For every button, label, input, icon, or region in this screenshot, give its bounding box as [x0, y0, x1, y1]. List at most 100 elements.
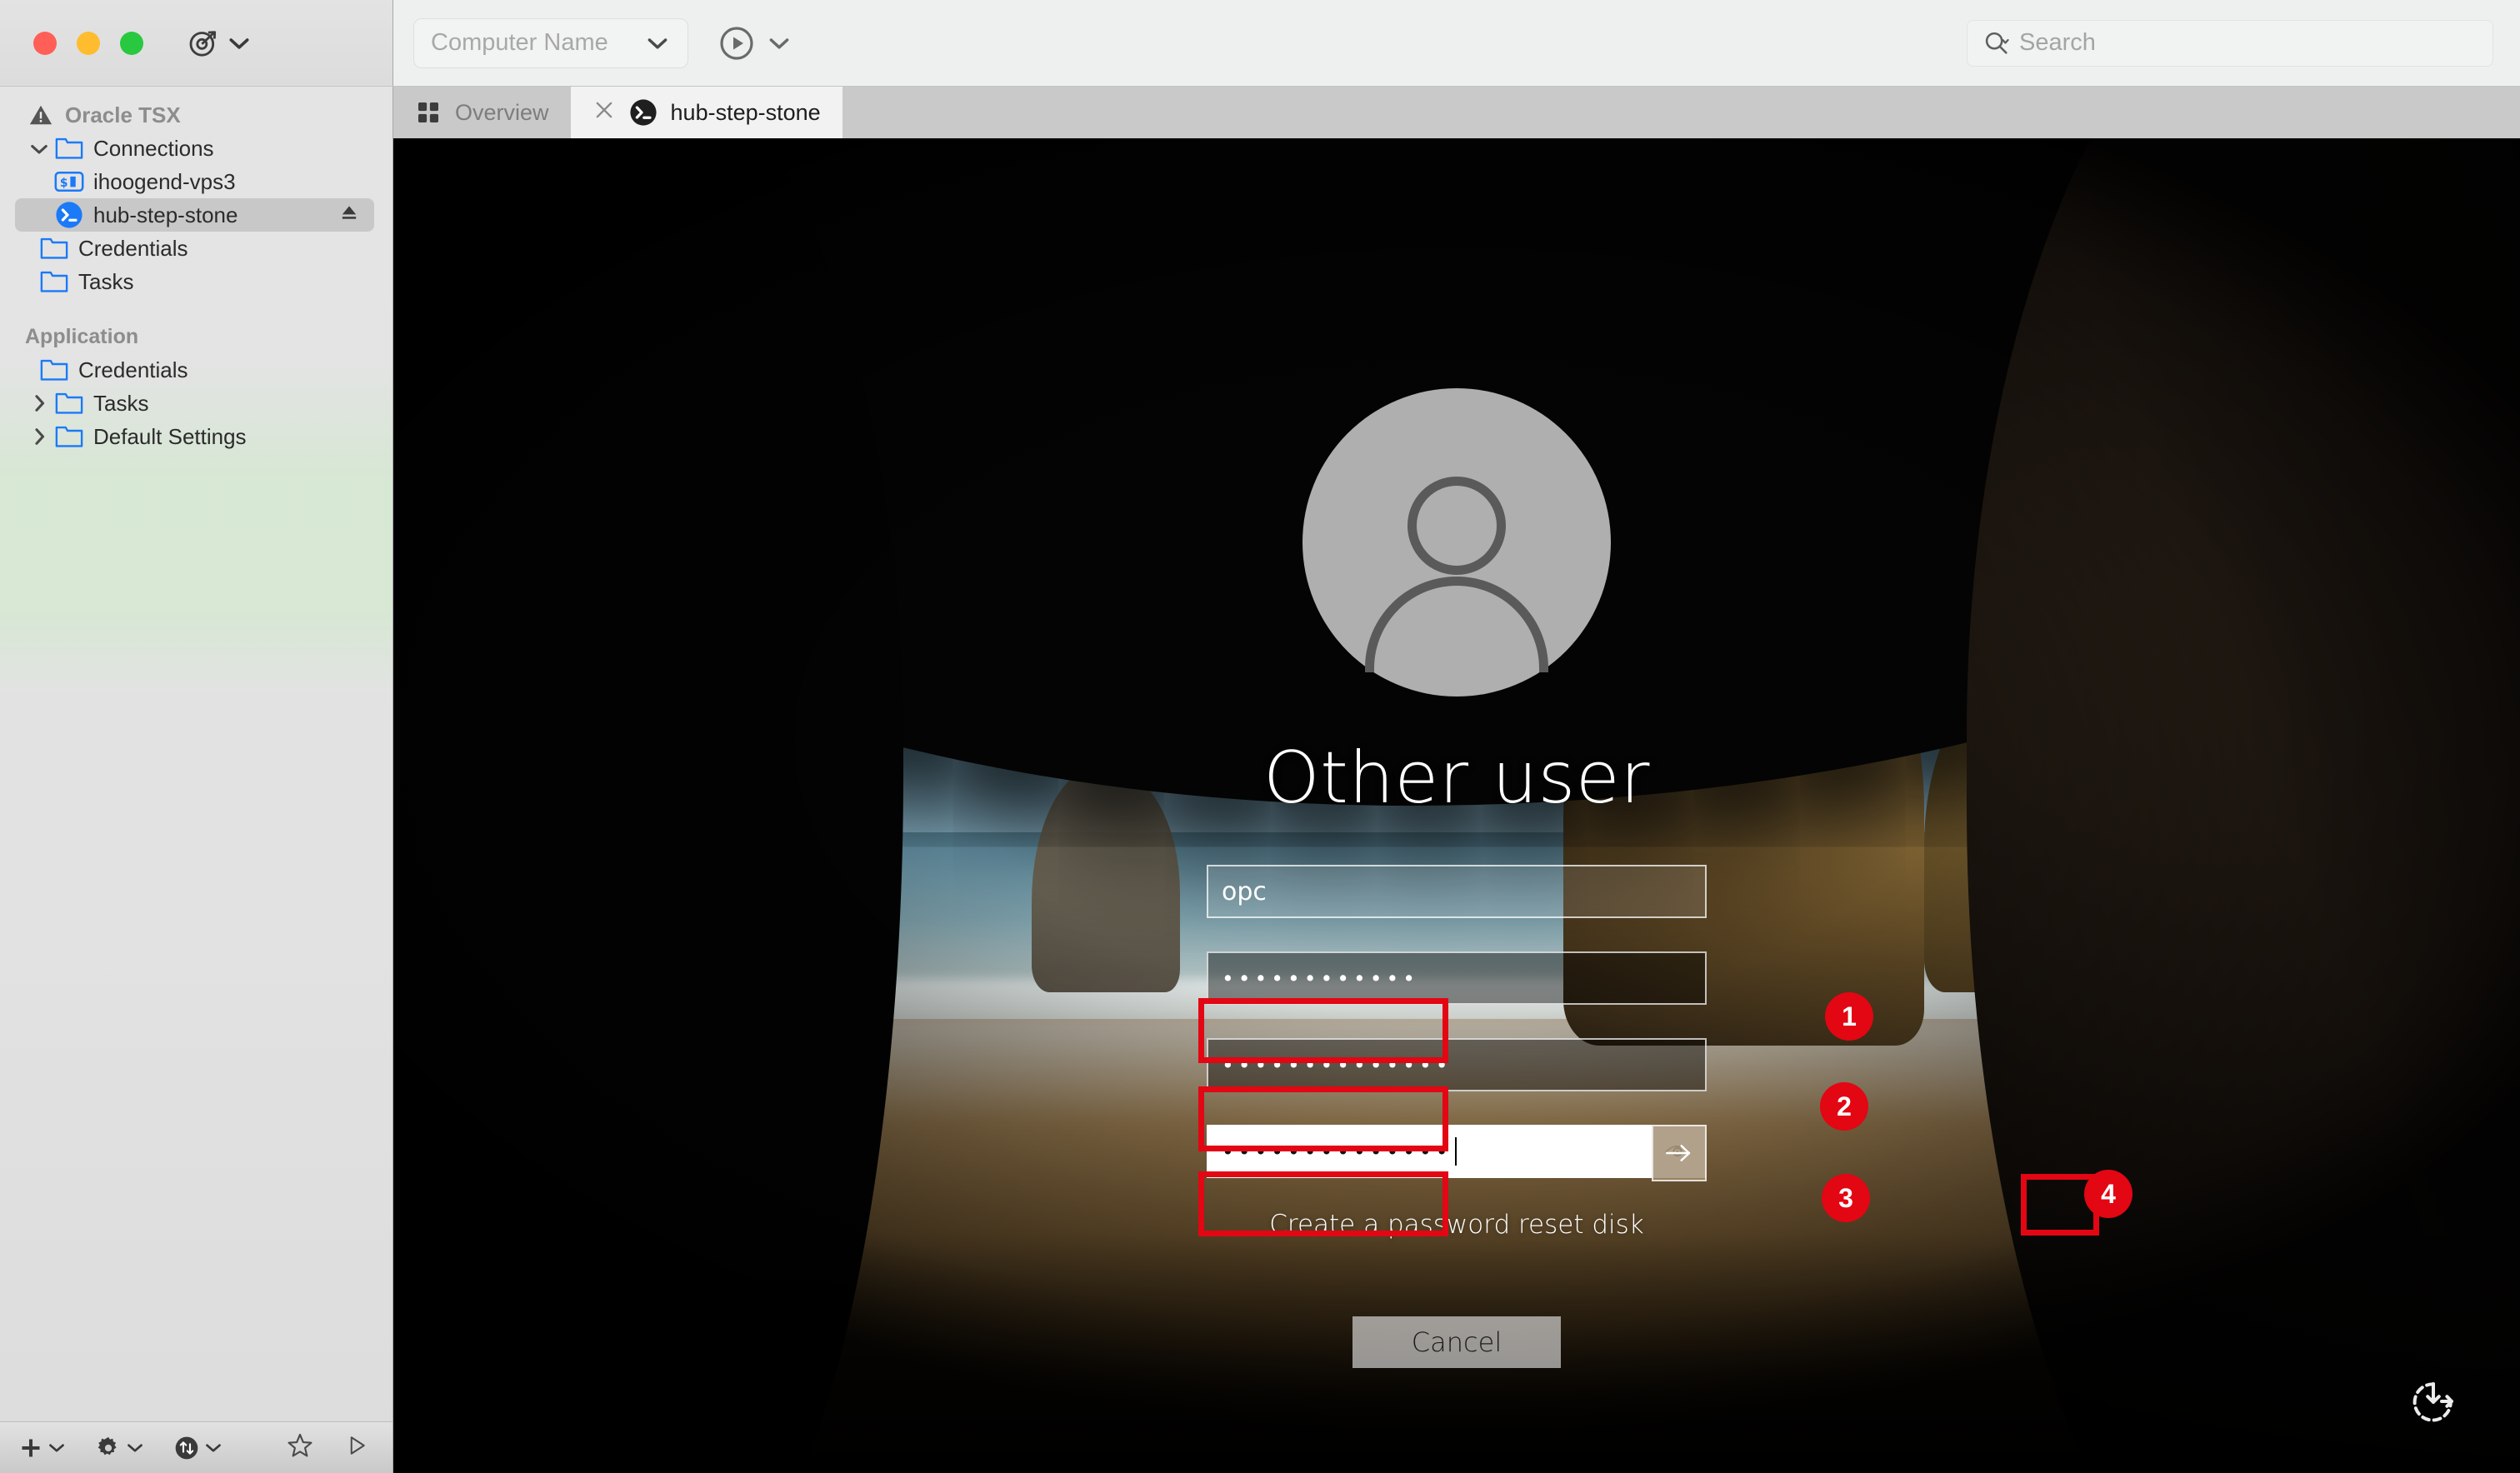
- folder-icon: [53, 392, 85, 415]
- chevron-down-icon[interactable]: [25, 142, 53, 155]
- username-value: opc: [1222, 877, 1267, 906]
- password-2-value: ••••••••••••••: [1222, 1055, 1452, 1076]
- eject-icon[interactable]: [338, 201, 361, 230]
- favorite-button[interactable]: [286, 1431, 314, 1464]
- sidebar-item-root[interactable]: Oracle TSX: [0, 98, 392, 132]
- refresh-control[interactable]: [187, 27, 250, 60]
- password-1-value: ••••••••••••: [1222, 968, 1419, 989]
- warning-triangle-icon: [25, 102, 57, 127]
- title-bar-left: [0, 0, 393, 86]
- sync-button[interactable]: [173, 1435, 222, 1461]
- password-input-3[interactable]: ••••••••••••••: [1207, 1125, 1707, 1178]
- login-fields: opc •••••••••••• •••••••••••••• ••••••: [1207, 865, 1707, 1191]
- play-triangle-icon: [344, 1433, 369, 1458]
- add-button[interactable]: [18, 1436, 65, 1461]
- search-icon[interactable]: [1982, 29, 2011, 57]
- tab-overview[interactable]: Overview: [393, 87, 571, 138]
- chevron-down-icon: [205, 1442, 222, 1453]
- windows-login-panel: Other user opc •••••••••••• •••••••••••: [1140, 388, 1773, 1368]
- sidebar-section-label: Application: [25, 325, 138, 349]
- close-icon[interactable]: [592, 98, 616, 127]
- computer-name-chevron-down-icon[interactable]: [639, 25, 676, 62]
- login-title: Other user: [1263, 736, 1650, 820]
- sidebar-item-label: Tasks: [93, 391, 148, 417]
- sidebar-item-ihoogend-vps3[interactable]: $ ihoogend-vps3: [0, 165, 392, 198]
- sync-updown-icon: [173, 1435, 200, 1461]
- connect-control[interactable]: [717, 23, 790, 63]
- computer-name-input[interactable]: Computer Name: [431, 29, 608, 57]
- title-bar-right: Computer Name: [393, 0, 2520, 86]
- sidebar-tree: Oracle TSX Connections: [0, 87, 392, 1421]
- text-caret: [1455, 1137, 1457, 1166]
- username-input[interactable]: opc: [1207, 865, 1707, 918]
- search-box[interactable]: Search: [1967, 20, 2493, 67]
- svg-text:$: $: [60, 177, 68, 190]
- sidebar-section-application: Application: [0, 320, 392, 353]
- title-bar: Computer Name: [0, 0, 2520, 87]
- tab-label: Overview: [455, 100, 549, 126]
- star-icon: [286, 1431, 314, 1460]
- submit-arrow-button[interactable]: [1652, 1125, 1707, 1181]
- traffic-lights: [33, 32, 143, 55]
- app-window: Computer Name: [0, 0, 2520, 1473]
- sidebar-item-hub-step-stone[interactable]: hub-step-stone: [15, 198, 374, 232]
- gear-icon: [95, 1435, 122, 1461]
- grid-squares-icon: [415, 99, 442, 126]
- sidebar-item-label: Credentials: [78, 236, 188, 262]
- plus-icon: [18, 1436, 43, 1461]
- close-window-button[interactable]: [33, 32, 57, 55]
- chevron-down-icon: [127, 1442, 143, 1453]
- tab-label: hub-step-stone: [671, 100, 821, 126]
- password-reset-disk-link[interactable]: Create a password reset disk: [1269, 1210, 1644, 1240]
- computer-name-combo[interactable]: Computer Name: [413, 18, 688, 68]
- sidebar-item-label: Default Settings: [93, 424, 247, 450]
- user-avatar-icon: [1302, 388, 1611, 697]
- annotation-badge-4: 4: [2084, 1170, 2132, 1218]
- sidebar-item-label: ihoogend-vps3: [93, 169, 236, 195]
- sidebar-item-credentials[interactable]: Credentials: [0, 232, 392, 265]
- settings-button[interactable]: [95, 1435, 143, 1461]
- annotation-badge-1: 1: [1825, 992, 1873, 1041]
- sidebar-item-app-credentials[interactable]: Credentials: [0, 353, 392, 387]
- password-input-2[interactable]: ••••••••••••••: [1207, 1038, 1707, 1091]
- terminal-dollar-icon: $: [53, 170, 85, 193]
- play-circle-icon[interactable]: [717, 23, 757, 63]
- sidebar-footer-toolbar: [0, 1421, 392, 1473]
- sidebar-item-label: Tasks: [78, 269, 133, 295]
- sidebar-item-label: hub-step-stone: [93, 202, 238, 228]
- tab-hub-step-stone[interactable]: hub-step-stone: [571, 87, 842, 138]
- power-shutdown-icon[interactable]: [2410, 1379, 2457, 1430]
- remote-desktop-stage[interactable]: Other user opc •••••••••••• •••••••••••: [393, 138, 2520, 1473]
- remote-desktop-icon: [53, 201, 85, 229]
- chevron-down-icon: [228, 36, 250, 51]
- chevron-right-icon[interactable]: [25, 393, 53, 413]
- minimize-window-button[interactable]: [77, 32, 100, 55]
- sidebar: Oracle TSX Connections: [0, 87, 393, 1473]
- play-chevron-down-icon[interactable]: [768, 37, 790, 50]
- body: Oracle TSX Connections: [0, 87, 2520, 1473]
- sidebar-item-connections[interactable]: Connections: [0, 132, 392, 165]
- folder-icon: [38, 358, 70, 382]
- remote-desktop-icon: [629, 98, 658, 127]
- maximize-window-button[interactable]: [120, 32, 143, 55]
- sidebar-root-label: Oracle TSX: [65, 102, 181, 128]
- main-area: Overview hub-step-stone: [393, 87, 2520, 1473]
- folder-icon: [38, 237, 70, 260]
- sidebar-item-label: Credentials: [78, 357, 188, 383]
- annotation-badge-2: 2: [1820, 1082, 1868, 1131]
- refresh-target-icon: [187, 27, 220, 60]
- sidebar-item-tasks[interactable]: Tasks: [0, 265, 392, 298]
- cancel-button[interactable]: Cancel: [1352, 1316, 1561, 1368]
- tab-bar: Overview hub-step-stone: [393, 87, 2520, 138]
- arrow-right-icon: [1662, 1141, 1696, 1166]
- run-button[interactable]: [344, 1433, 369, 1462]
- sidebar-connections-label: Connections: [93, 136, 214, 162]
- folder-icon: [53, 137, 85, 160]
- sidebar-item-default-settings[interactable]: Default Settings: [0, 420, 392, 453]
- password-input-1[interactable]: ••••••••••••: [1207, 951, 1707, 1005]
- chevron-right-icon[interactable]: [25, 427, 53, 447]
- annotation-badge-3: 3: [1822, 1174, 1870, 1222]
- sidebar-item-app-tasks[interactable]: Tasks: [0, 387, 392, 420]
- search-input[interactable]: Search: [2019, 29, 2096, 57]
- folder-icon: [53, 425, 85, 448]
